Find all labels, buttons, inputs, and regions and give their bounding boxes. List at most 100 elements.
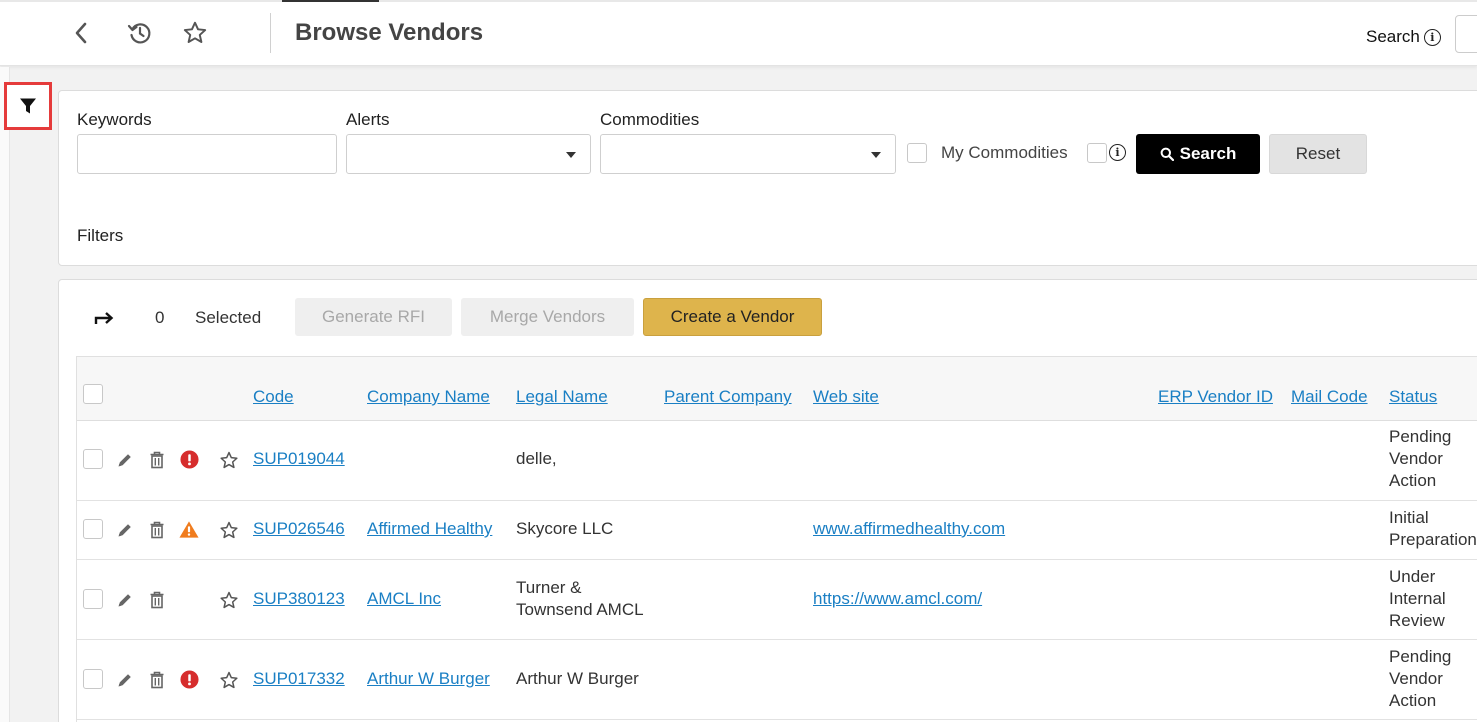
table-row: SUP380123 AMCL Inc Turner & Townsend AMC… (77, 560, 1477, 640)
info-icon[interactable]: i (1423, 28, 1441, 46)
top-tab-strip (0, 0, 1477, 2)
table-header: Code Company Name Legal Name Parent Comp… (77, 357, 1477, 421)
column-code[interactable]: Code (253, 387, 294, 407)
trash-icon (150, 591, 164, 609)
website-link[interactable]: https://www.amcl.com/ (813, 588, 982, 610)
results-panel: 0 Selected Generate RFI Merge Vendors Cr… (58, 279, 1477, 722)
my-commodities-label: My Commodities (941, 143, 1068, 162)
star-icon (220, 591, 238, 608)
row-checkbox[interactable] (83, 519, 103, 539)
left-rail (0, 67, 10, 722)
column-web-site[interactable]: Web site (813, 387, 879, 407)
search-icon (1160, 147, 1174, 161)
commodities-select[interactable] (600, 134, 896, 174)
row-checkbox[interactable] (83, 449, 103, 469)
alert-error-indicator (179, 449, 199, 469)
delete-button[interactable] (147, 590, 167, 610)
share-arrow-icon (94, 312, 114, 324)
warning-alert-icon (179, 520, 199, 538)
edit-button[interactable] (115, 670, 135, 690)
column-parent-company[interactable]: Parent Company (664, 387, 792, 407)
favorite-row-button[interactable] (219, 590, 239, 610)
my-commodities-checkbox[interactable] (907, 143, 927, 163)
favorite-row-button[interactable] (219, 670, 239, 690)
table-row: SUP019044 delle, Pending Vendor Action (77, 421, 1477, 501)
legal-name: Skycore LLC (516, 519, 614, 538)
filters-title: Filters (77, 226, 124, 245)
active-tab-indicator (282, 0, 379, 2)
selected-count: 0 (155, 308, 165, 327)
vendor-status: Initial Preparation (1389, 508, 1477, 549)
edit-button[interactable] (115, 590, 135, 610)
delete-button[interactable] (147, 520, 167, 540)
trash-icon (150, 671, 164, 689)
reset-button[interactable]: Reset (1269, 134, 1367, 174)
pencil-icon (118, 594, 131, 607)
caret-down-icon (566, 152, 576, 158)
header-search-text: Search (1366, 27, 1420, 46)
edit-button[interactable] (115, 520, 135, 540)
error-alert-icon (179, 449, 199, 469)
vendor-code-link[interactable]: SUP019044 (253, 448, 345, 470)
company-name-link[interactable]: AMCL Inc (367, 588, 441, 610)
column-status[interactable]: Status (1389, 387, 1437, 407)
vendor-code-link[interactable]: SUP380123 (253, 588, 345, 610)
favorite-row-button[interactable] (219, 450, 239, 470)
star-icon (220, 671, 238, 688)
company-name-link[interactable]: Affirmed Healthy (367, 518, 492, 540)
alerts-select[interactable] (346, 134, 591, 174)
generate-rfi-button[interactable]: Generate RFI (295, 298, 452, 336)
column-erp-vendor-id[interactable]: ERP Vendor ID (1158, 387, 1273, 407)
pencil-icon (118, 524, 131, 537)
star-icon (183, 21, 207, 43)
star-icon (220, 451, 238, 468)
favorite-row-button[interactable] (219, 520, 239, 540)
row-checkbox[interactable] (83, 669, 103, 689)
trash-icon (150, 521, 164, 539)
edit-button[interactable] (115, 450, 135, 470)
alert-error-indicator (179, 669, 199, 689)
app-header: Browse Vendors Search i (0, 0, 1477, 66)
filter-toggle-button[interactable] (4, 82, 52, 130)
alerts-label: Alerts (346, 110, 390, 129)
pencil-icon (118, 454, 131, 467)
header-search-input[interactable] (1455, 15, 1477, 53)
info-icon[interactable]: i (1109, 144, 1126, 161)
alert-warning-indicator (179, 519, 199, 539)
column-mail-code[interactable]: Mail Code (1291, 387, 1368, 407)
favorite-button[interactable] (180, 18, 210, 48)
filter-panel: Keywords Alerts Commodities My Commoditi… (58, 90, 1477, 266)
column-legal-name[interactable]: Legal Name (516, 387, 608, 407)
star-icon (220, 521, 238, 538)
secondary-checkbox[interactable] (1087, 143, 1107, 163)
vendor-status: Pending Vendor Action (1389, 647, 1452, 710)
table-row: SUP017332 Arthur W Burger Arthur W Burge… (77, 640, 1477, 720)
commodities-label: Commodities (600, 110, 700, 129)
create-vendor-button[interactable]: Create a Vendor (643, 298, 822, 336)
page-title: Browse Vendors (295, 19, 484, 46)
export-button[interactable] (93, 307, 115, 327)
chevron-left-icon (75, 22, 87, 44)
delete-button[interactable] (147, 450, 167, 470)
delete-button[interactable] (147, 670, 167, 690)
header-search-label: Search i (1366, 27, 1441, 47)
error-alert-icon (179, 669, 199, 689)
back-button[interactable] (66, 18, 96, 48)
trash-icon (150, 451, 164, 469)
company-name-link[interactable]: Arthur W Burger (367, 668, 490, 690)
merge-vendors-button[interactable]: Merge Vendors (461, 298, 634, 336)
keywords-input[interactable] (77, 134, 337, 174)
search-button[interactable]: Search (1136, 134, 1260, 174)
vendor-status: Pending Vendor Action (1389, 427, 1452, 490)
vendor-code-link[interactable]: SUP017332 (253, 668, 345, 690)
row-checkbox[interactable] (83, 589, 103, 609)
vendor-status: Under Internal Review (1389, 567, 1446, 630)
vendor-code-link[interactable]: SUP026546 (253, 518, 345, 540)
history-button[interactable] (125, 18, 155, 48)
keywords-label: Keywords (77, 110, 152, 129)
website-link[interactable]: www.affirmedhealthy.com (813, 518, 1005, 540)
caret-down-icon (871, 152, 881, 158)
select-all-checkbox[interactable] (83, 384, 103, 404)
legal-name: delle, (516, 449, 557, 468)
column-company-name[interactable]: Company Name (367, 387, 490, 407)
